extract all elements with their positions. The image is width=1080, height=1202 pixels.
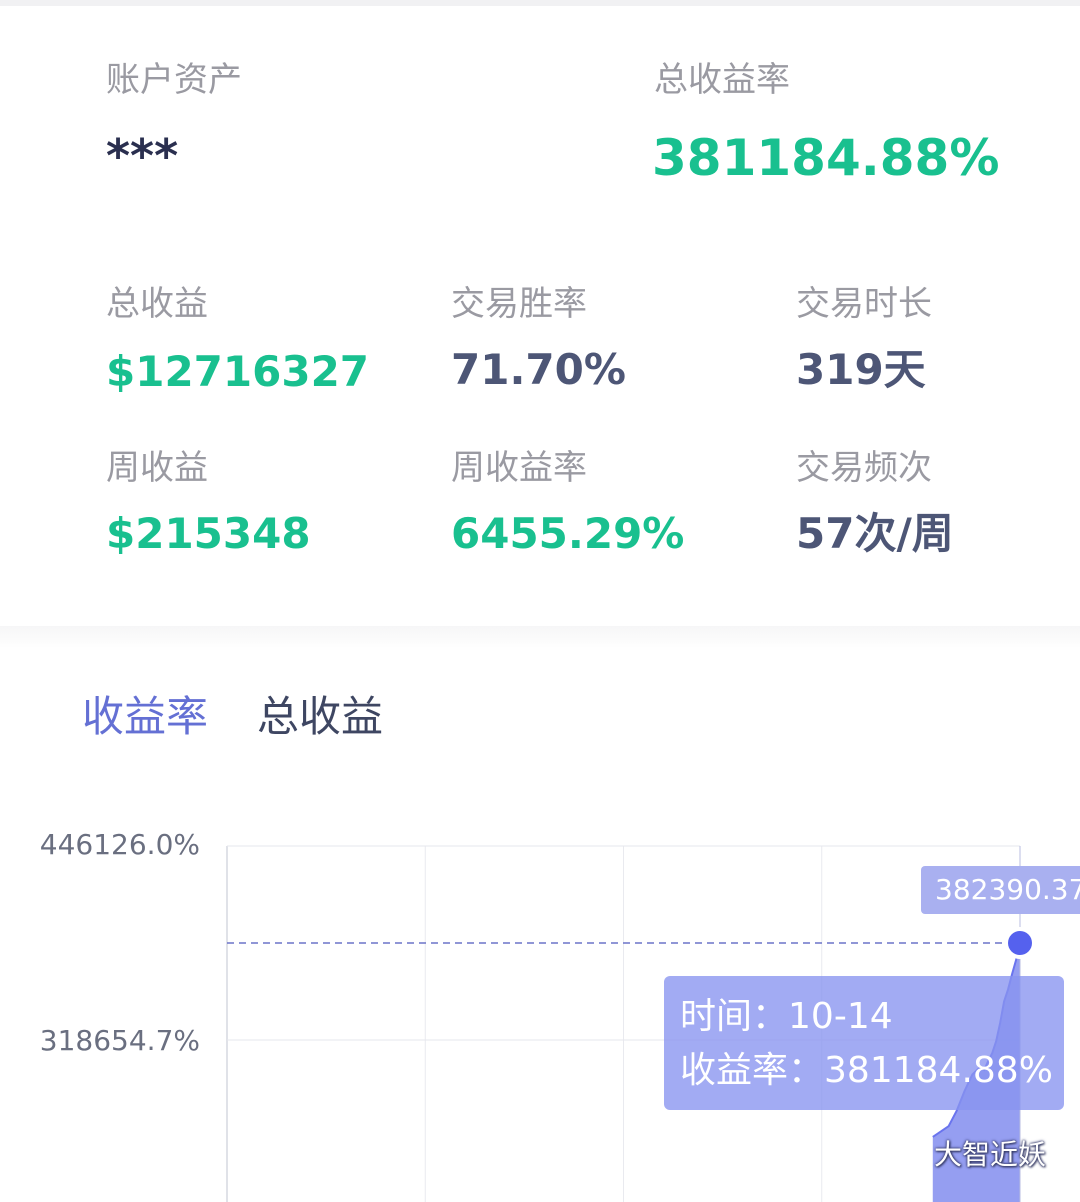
highlight-marker [1008,931,1032,955]
tooltip-time-value: 10-14 [788,996,893,1037]
tooltip-rate-value: 381184.88% [824,1050,1053,1091]
tooltip-time-row: 时间：10-14 [680,994,893,1040]
tooltip-rate-label: 收益率： [680,1050,825,1091]
chart-tooltip: 时间：10-14 收益率：381184.88% [664,976,1064,1110]
tooltip-rate-row: 收益率：381184.88% [680,1048,1053,1094]
watermark: 大智近妖 [886,1132,1046,1178]
highlight-value-tag: 382390.37 [921,866,1080,914]
highlight-value-text: 382390.37 [935,873,1080,906]
wechat-icon [887,1138,926,1171]
tooltip-time-label: 时间： [680,996,789,1037]
account-stats-page: 账户资产 *** 总收益率 381184.88% 总收益 $12716327 交… [0,0,1080,1202]
watermark-text: 大智近妖 [934,1138,1047,1171]
